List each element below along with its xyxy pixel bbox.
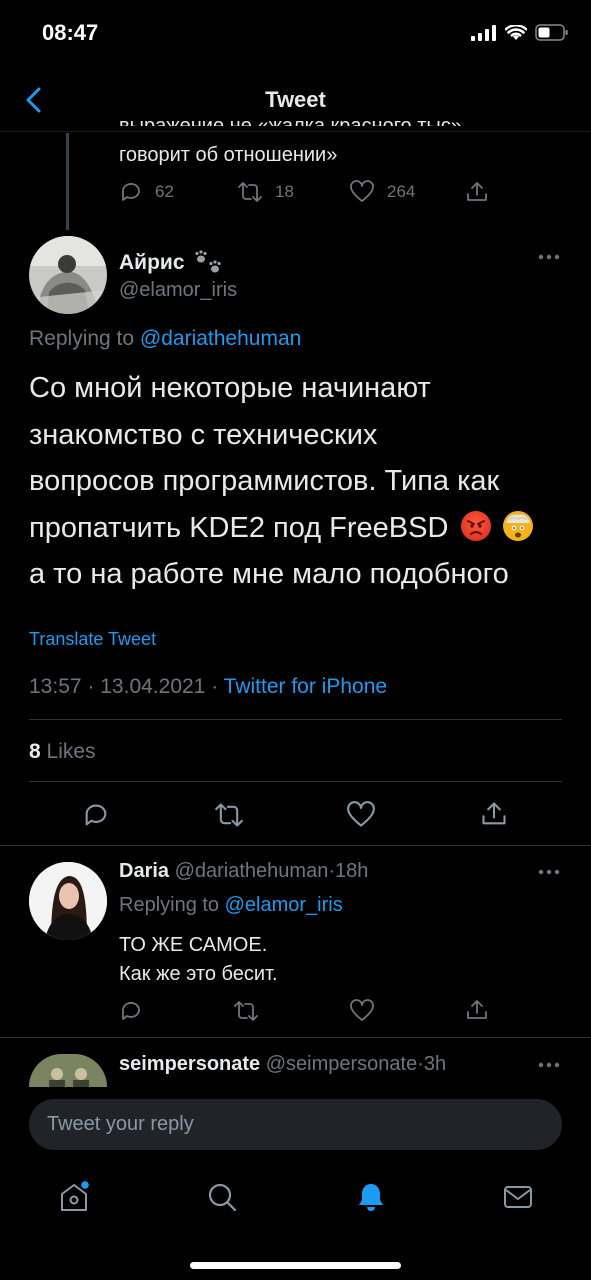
tweet-text-line-with-emoji: пропатчить KDE2 под FreeBSD [29, 505, 574, 552]
reply-count: 62 [155, 182, 174, 201]
reply-icon[interactable] [119, 999, 143, 1023]
previous-tweet-actions: 62 18 264 [119, 180, 489, 204]
reply-author-name[interactable]: Daria [119, 860, 169, 882]
like-count: 264 [387, 182, 416, 201]
third-age: 3h [423, 1053, 447, 1075]
tweet-text-line: вопросов программистов. Типа как [29, 465, 500, 497]
reply-age: 18h [335, 860, 369, 882]
tweet-text-line: знакомство с технических [29, 418, 378, 451]
retweet-icon [238, 182, 262, 202]
share-icon[interactable] [465, 998, 489, 1022]
meta-separator: · [328, 860, 335, 882]
divider [0, 1037, 591, 1038]
reply-icon [122, 183, 140, 201]
likes-summary[interactable]: 8 Likes [29, 740, 96, 764]
retweet-count: 18 [275, 182, 294, 201]
paw-prints-icon [194, 250, 221, 273]
reply-text-line: ТО ЖЕ САМОЕ. [119, 934, 268, 956]
search-icon [208, 1183, 237, 1212]
heart-icon [350, 180, 374, 202]
notifications-icon [359, 1184, 383, 1211]
replying-to-link[interactable]: @dariathehuman [140, 327, 301, 350]
author-name-text: Айрис [119, 251, 185, 274]
avatar[interactable] [29, 862, 107, 940]
tab-messages[interactable] [502, 1181, 534, 1213]
third-author-name[interactable]: seimpersonate [119, 1053, 260, 1075]
reply-icon[interactable] [82, 801, 110, 829]
retweet-icon[interactable] [233, 999, 259, 1023]
status-time: 08:47 [42, 20, 99, 45]
status-icons [471, 24, 569, 41]
author-name[interactable]: Айрис [119, 250, 225, 276]
home-indicator[interactable] [190, 1262, 401, 1269]
divider [29, 781, 562, 782]
tab-notifications[interactable] [355, 1181, 387, 1213]
tweet-meta: 13:57 · 13.04.2021 · Twitter for iPhone [29, 675, 387, 699]
tweet-source[interactable]: Twitter for iPhone [224, 675, 387, 698]
author-handle[interactable]: @elamor_iris [119, 279, 237, 302]
thread-line [66, 133, 69, 230]
replying-to: Replying to @elamor_iris [119, 894, 343, 917]
meta-separator: · [87, 675, 95, 698]
like-action[interactable]: 264 [349, 180, 465, 204]
tab-home[interactable] [58, 1181, 92, 1213]
tweet-text: Со мной некоторые начинают знакомство с … [29, 365, 574, 598]
replying-to: Replying to @dariathehuman [29, 327, 301, 351]
avatar-photo [29, 862, 107, 940]
wifi-icon [505, 24, 527, 40]
meta-separator: · [211, 675, 219, 698]
replying-to-prefix: Replying to [119, 894, 220, 916]
tweet-text-line: пропатчить KDE2 под FreeBSD [29, 511, 449, 544]
divider [29, 719, 562, 720]
reply-header: Daria @dariathehuman·18h [119, 860, 368, 883]
translate-tweet-link[interactable]: Translate Tweet [29, 629, 156, 650]
angry-face-emoji [460, 510, 491, 541]
reply-input-placeholder: Tweet your reply [47, 1113, 194, 1135]
more-icon[interactable] [538, 1062, 560, 1068]
avatar-photo [29, 236, 107, 314]
battery-icon [535, 24, 568, 41]
previous-tweet-cut-text: выражение не «жалка красного тыс» [119, 115, 462, 126]
tweet-date: 13.04.2021 [100, 675, 206, 698]
share-icon [467, 182, 487, 201]
heart-icon[interactable] [349, 999, 375, 1023]
tweet-time: 13:57 [29, 675, 82, 698]
tweet-text-line: а то на работе мне мало подобного [29, 558, 509, 590]
third-author-handle[interactable]: @seimpersonate [266, 1053, 417, 1075]
avatar-photo [29, 1054, 107, 1087]
more-icon[interactable] [538, 869, 560, 875]
likes-count: 8 [29, 740, 41, 763]
nav-divider [0, 131, 591, 132]
third-tweet-header: seimpersonate @seimpersonate·3h [119, 1053, 446, 1076]
meta-separator: · [417, 1053, 424, 1075]
heart-icon[interactable] [345, 801, 377, 829]
reply-text: ТО ЖЕ САМОЕ. Как же это бесит. [119, 931, 278, 989]
likes-label: Likes [46, 740, 96, 763]
retweet-icon[interactable] [213, 801, 245, 829]
divider [0, 845, 591, 846]
home-icon [61, 1181, 89, 1211]
tab-search[interactable] [206, 1181, 238, 1213]
messages-icon [504, 1186, 532, 1208]
reply-action[interactable]: 62 [119, 180, 237, 204]
share-action[interactable] [465, 180, 489, 204]
cellular-signal-icon [471, 24, 496, 41]
avatar[interactable] [29, 236, 107, 314]
previous-tweet-text: говорит об отношении» [119, 144, 338, 166]
avatar[interactable] [29, 1054, 107, 1087]
share-icon[interactable] [480, 800, 508, 828]
exploding-head-emoji [502, 510, 533, 541]
reply-text-line: Как же это бесит. [119, 963, 278, 985]
replying-to-link[interactable]: @elamor_iris [225, 894, 343, 916]
replying-to-prefix: Replying to [29, 327, 135, 350]
retweet-action[interactable]: 18 [237, 180, 349, 204]
tweet-text-line: Со мной некоторые начинают [29, 372, 431, 404]
page-title: Tweet [265, 87, 326, 112]
reply-author-handle[interactable]: @dariathehuman [175, 860, 329, 882]
more-icon[interactable] [538, 254, 560, 260]
